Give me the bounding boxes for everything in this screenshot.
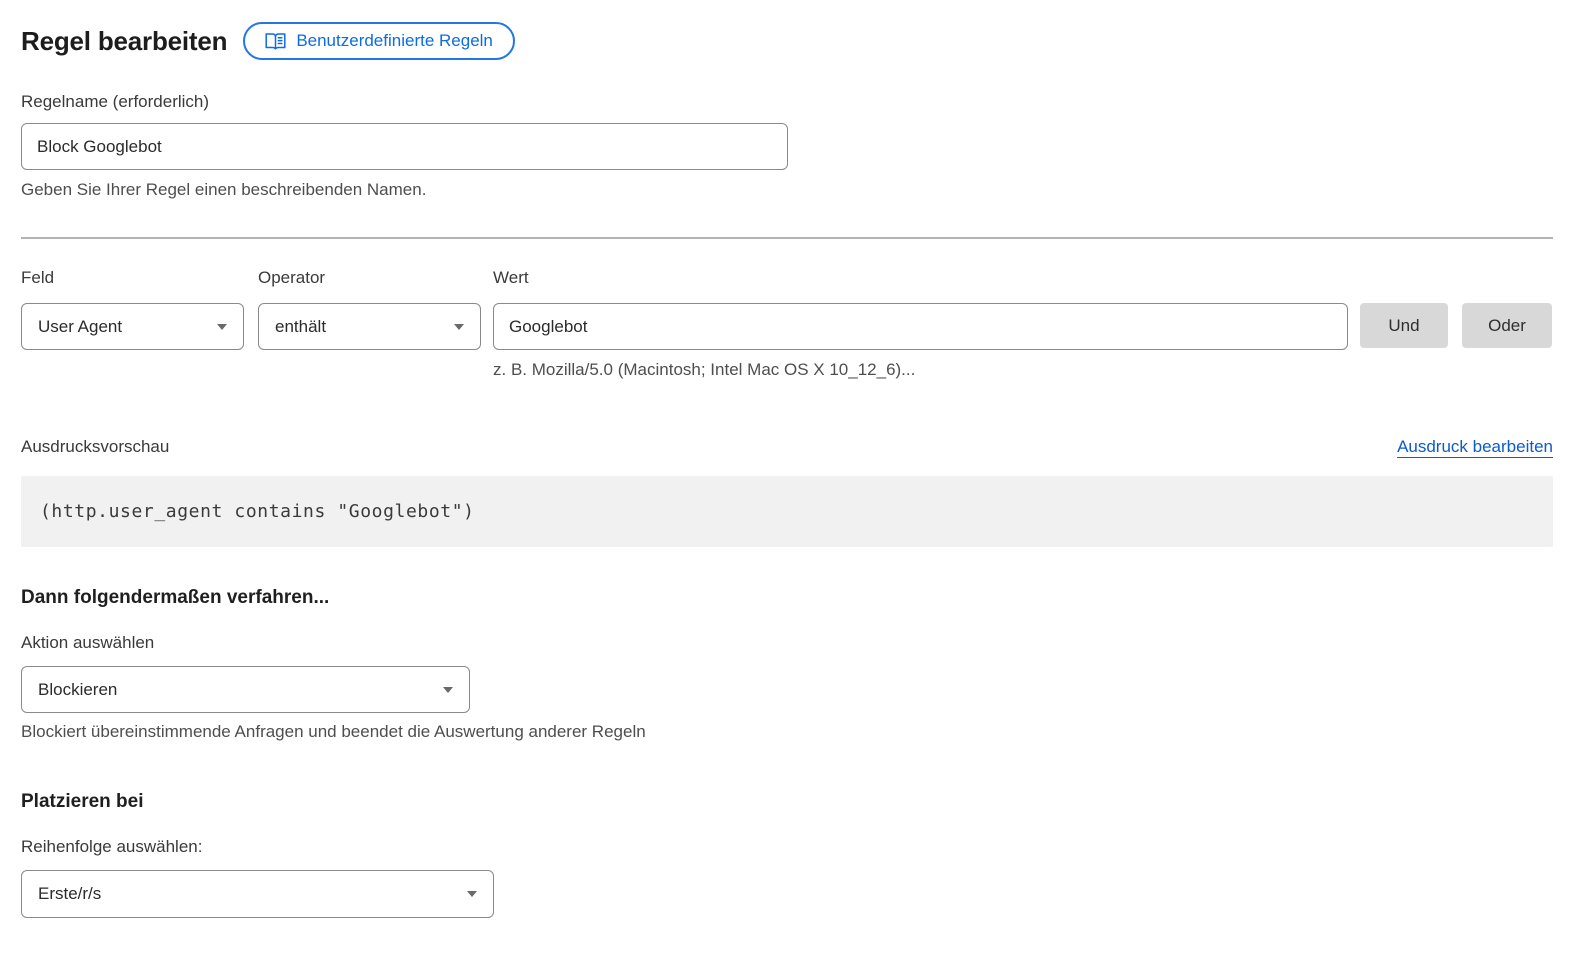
- chevron-down-icon: [443, 687, 453, 693]
- field-column: Feld User Agent: [21, 268, 244, 350]
- rule-name-section: Regelname (erforderlich) Geben Sie Ihrer…: [21, 92, 1553, 200]
- rule-name-input[interactable]: [21, 123, 788, 170]
- and-button[interactable]: Und: [1360, 303, 1448, 348]
- custom-rules-docs-button[interactable]: Benutzerdefinierte Regeln: [243, 22, 515, 60]
- operator-select[interactable]: enthält: [258, 303, 481, 350]
- field-select-value: User Agent: [38, 317, 122, 337]
- field-label: Feld: [21, 268, 244, 288]
- custom-rules-docs-label: Benutzerdefinierte Regeln: [296, 31, 493, 51]
- or-button[interactable]: Oder: [1462, 303, 1552, 348]
- action-select[interactable]: Blockieren: [21, 666, 470, 713]
- page-title: Regel bearbeiten: [21, 26, 227, 57]
- value-help: z. B. Mozilla/5.0 (Macintosh; Intel Mac …: [493, 360, 1348, 380]
- value-label: Wert: [493, 268, 1348, 288]
- action-section: Dann folgendermaßen verfahren... Aktion …: [21, 587, 1553, 742]
- order-select-value: Erste/r/s: [38, 884, 101, 904]
- value-input[interactable]: [493, 303, 1348, 350]
- value-column: Wert z. B. Mozilla/5.0 (Macintosh; Intel…: [493, 268, 1348, 380]
- connector-buttons: Und Oder: [1360, 303, 1552, 348]
- operator-select-value: enthält: [275, 317, 326, 337]
- open-book-icon: [265, 32, 286, 51]
- operator-column: Operator enthält: [258, 268, 481, 350]
- action-heading: Dann folgendermaßen verfahren...: [21, 587, 1553, 609]
- expression-preview-label: Ausdrucksvorschau: [21, 437, 169, 457]
- operator-label: Operator: [258, 268, 481, 288]
- title-row: Regel bearbeiten Benutzerdefinierte Rege…: [21, 21, 1553, 61]
- expression-preview-box: (http.user_agent contains "Googlebot"): [21, 476, 1553, 547]
- placement-section: Platzieren bei Reihenfolge auswählen: Er…: [21, 791, 1553, 918]
- edit-expression-link[interactable]: Ausdruck bearbeiten: [1397, 437, 1553, 457]
- expression-header: Ausdrucksvorschau Ausdruck bearbeiten: [21, 437, 1553, 457]
- action-help: Blockiert übereinstimmende Anfragen und …: [21, 722, 1553, 742]
- expression-section: Ausdrucksvorschau Ausdruck bearbeiten (h…: [21, 437, 1553, 547]
- condition-row: Feld User Agent Operator enthält Wert z.…: [21, 268, 1553, 380]
- section-divider: [21, 237, 1553, 239]
- field-select[interactable]: User Agent: [21, 303, 244, 350]
- order-label: Reihenfolge auswählen:: [21, 837, 1553, 857]
- chevron-down-icon: [454, 324, 464, 330]
- chevron-down-icon: [467, 891, 477, 897]
- placement-heading: Platzieren bei: [21, 791, 1553, 813]
- action-label: Aktion auswählen: [21, 633, 1553, 653]
- rule-name-help: Geben Sie Ihrer Regel einen beschreibend…: [21, 180, 1553, 200]
- order-select[interactable]: Erste/r/s: [21, 870, 494, 918]
- expression-code: (http.user_agent contains "Googlebot"): [40, 501, 475, 522]
- rule-name-label: Regelname (erforderlich): [21, 92, 1553, 112]
- rule-editor-page: Regel bearbeiten Benutzerdefinierte Rege…: [0, 0, 1570, 956]
- chevron-down-icon: [217, 324, 227, 330]
- action-select-value: Blockieren: [38, 680, 117, 700]
